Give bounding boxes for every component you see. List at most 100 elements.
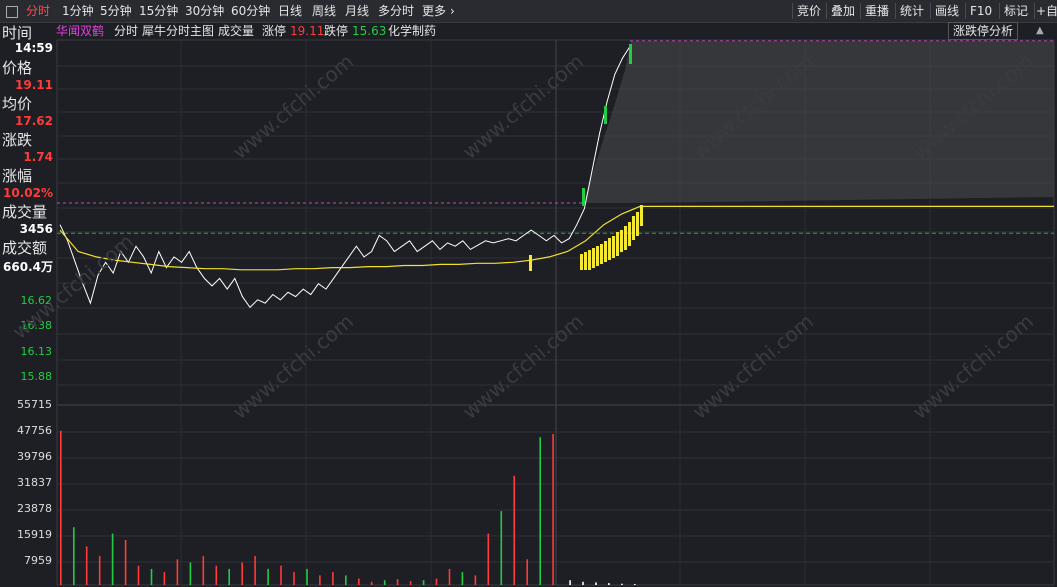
change-pct-value: 10.02%	[3, 186, 53, 200]
limit-marker	[629, 44, 632, 64]
volume-bar	[215, 565, 218, 585]
strength-bar	[616, 232, 619, 256]
volume-bar	[634, 584, 636, 585]
price-tick: 16.38	[20, 319, 53, 332]
volume-value: 3456	[19, 222, 53, 236]
volume-bar	[595, 582, 597, 585]
volume-tick: 47756	[17, 424, 52, 437]
volume-bar	[370, 581, 373, 585]
strength-bar	[636, 212, 639, 236]
volume-bar	[254, 556, 256, 585]
stock-name[interactable]: 华闻双鹤	[56, 22, 104, 40]
strength-bar	[624, 226, 627, 250]
strength-bar	[628, 222, 631, 246]
volume-tick: 55715	[17, 398, 52, 411]
volume-bar	[163, 572, 166, 585]
volume-bar	[111, 533, 114, 585]
price-tick: 16.62	[20, 294, 53, 307]
volume-bar	[435, 578, 438, 585]
amount-value: 660.4万	[3, 260, 53, 274]
strength-bar	[612, 236, 615, 258]
limit-marker	[604, 106, 607, 124]
strength-bar	[529, 255, 532, 271]
limit-marker	[582, 188, 585, 206]
volume-bar	[319, 575, 321, 585]
volume-bar	[383, 580, 386, 585]
volume-bar	[345, 575, 347, 585]
volume-bar	[448, 568, 451, 585]
limit-analysis-button[interactable]: 涨跌停分析	[948, 22, 1019, 40]
volume-bar	[358, 578, 360, 585]
volume-bar	[293, 572, 295, 585]
strength-bar	[632, 216, 635, 240]
avg-price-label: 均价	[2, 95, 33, 113]
time-label: 时间	[2, 24, 33, 42]
volume-tick: 31837	[17, 476, 52, 489]
strength-bar	[588, 250, 591, 270]
amount-label: 成交额	[2, 239, 48, 257]
volume-bar	[396, 579, 399, 585]
volume-bar	[306, 568, 308, 585]
sub-indicator-label[interactable]: 成交量	[218, 22, 254, 40]
volume-bar	[332, 572, 334, 585]
strength-bar	[600, 244, 603, 264]
strength-bar	[608, 238, 611, 260]
price-value: 19.11	[15, 78, 53, 92]
strength-bar	[580, 254, 583, 270]
volume-bar	[150, 568, 153, 585]
volume-bar	[461, 572, 464, 585]
limit-up-label: 涨停	[262, 24, 287, 38]
volume-bar	[176, 559, 179, 585]
volume-bar	[280, 565, 282, 585]
volume-bar	[539, 437, 541, 585]
volume-bar	[526, 559, 528, 585]
volume-bar	[552, 434, 554, 585]
info-bar: 华闻双鹤 分时 犀牛分时主图 成交量 涨停 19.11 跌停 15.63 化学制…	[56, 22, 1057, 40]
strength-bar	[592, 248, 595, 268]
volume-bar	[621, 583, 623, 585]
volume-bar	[202, 556, 205, 585]
volume-bar	[582, 581, 584, 585]
volume-tick: 23878	[17, 502, 52, 515]
change-value: 1.74	[23, 150, 53, 164]
time-value: 14:59	[14, 41, 53, 55]
volume-bar	[409, 581, 412, 585]
limit-down-value: 15.63	[352, 24, 387, 38]
strength-bar	[584, 252, 587, 270]
volume-bar	[513, 475, 515, 585]
price-tick: 15.88	[20, 370, 53, 383]
main-indicator-label[interactable]: 犀牛分时主图	[142, 22, 214, 40]
volume-tick: 7959	[24, 554, 52, 567]
volume-bar	[608, 583, 610, 585]
volume-bar	[124, 540, 127, 585]
volume-bar	[189, 562, 192, 585]
intraday-chart[interactable]	[0, 0, 1057, 587]
volume-bar	[98, 556, 101, 585]
volume-bar	[60, 430, 62, 585]
price-label: 价格	[2, 59, 33, 77]
avg-price-value: 17.62	[15, 114, 53, 128]
strength-bar	[596, 246, 599, 266]
volume-tick: 39796	[17, 450, 52, 463]
chart-mode-label: 分时	[114, 24, 139, 38]
volume-bar	[500, 511, 503, 585]
volume-bar	[474, 575, 477, 585]
volume-bar	[569, 580, 571, 585]
change-pct-label: 涨幅	[2, 167, 33, 185]
change-label: 涨跌	[2, 131, 33, 149]
strength-bar	[620, 230, 623, 252]
scroll-up-icon[interactable]: ▲	[1036, 22, 1044, 40]
price-line	[59, 46, 631, 309]
volume-bar	[73, 527, 75, 585]
volume-bar	[487, 533, 490, 585]
sector-label[interactable]: 化学制药	[388, 22, 436, 40]
limit-up-value: 19.11	[290, 24, 325, 38]
volume-bar	[422, 580, 425, 585]
volume-label: 成交量	[2, 203, 48, 221]
limit-fill-area	[583, 41, 1054, 203]
volume-bar	[85, 546, 88, 585]
limit-down-label: 跌停	[324, 24, 349, 38]
volume-bar	[137, 565, 140, 585]
volume-bar	[267, 568, 269, 585]
volume-bar	[241, 562, 243, 585]
